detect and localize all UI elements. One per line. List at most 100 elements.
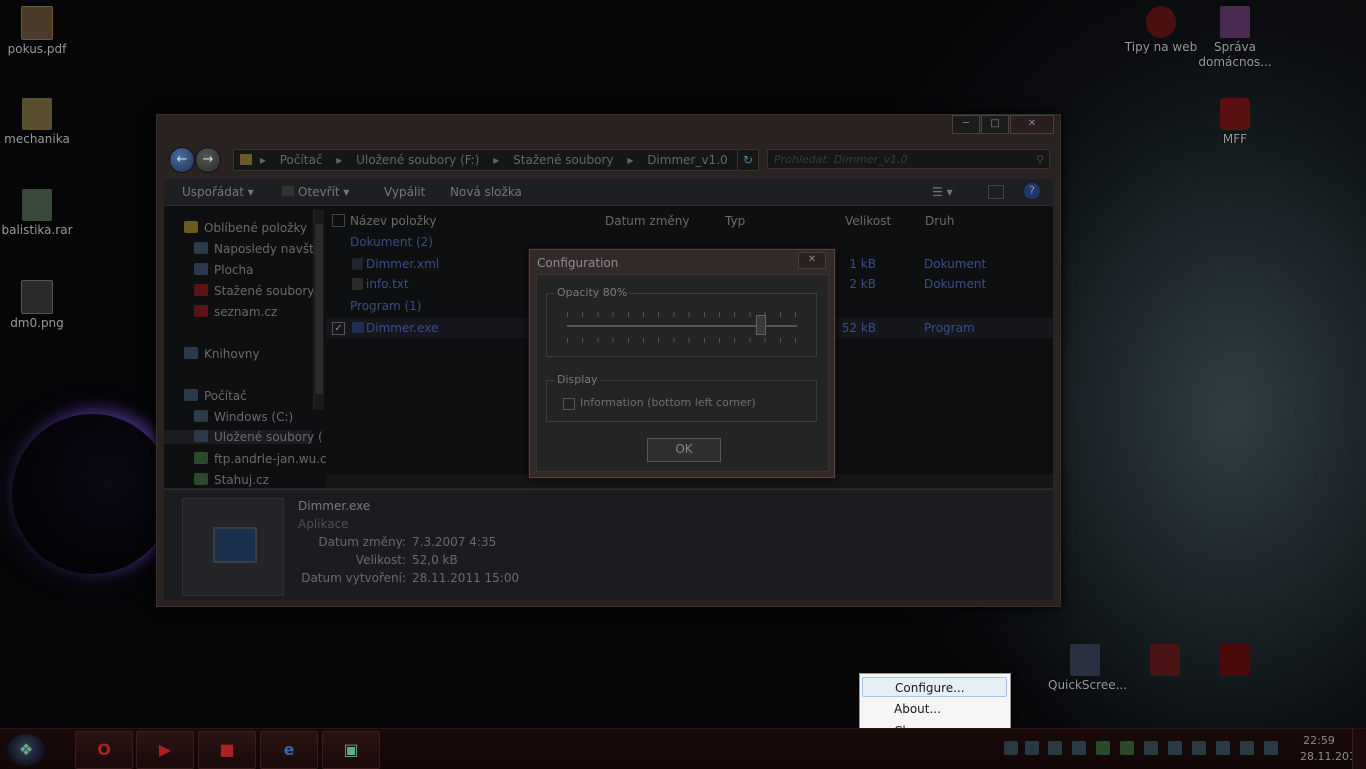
tray-icon-4[interactable] (1072, 741, 1086, 755)
taskbar-internet-explorer[interactable]: e (260, 731, 318, 769)
desktop-icon-pokus-pdf[interactable]: pokus.pdf (0, 6, 74, 57)
nav-seznam[interactable]: seznam.cz (194, 305, 277, 319)
tray-icon-7[interactable] (1144, 741, 1158, 755)
tray-icon-3[interactable] (1048, 741, 1062, 755)
flag-icon[interactable] (1168, 741, 1182, 755)
breadcrumb-downloads[interactable]: Stažené soubory (513, 153, 613, 167)
burn-button[interactable]: Vypálit (384, 185, 425, 199)
show-desktop-button[interactable] (1352, 729, 1366, 769)
taskbar-opera[interactable]: O (75, 731, 133, 769)
dialog-close-button[interactable]: ✕ (798, 252, 826, 269)
nav-downloads[interactable]: Stažené soubory (194, 284, 314, 298)
desktop-icon-quickscreen[interactable]: QuickScree... (1048, 644, 1127, 693)
shield-icon[interactable] (1120, 741, 1134, 755)
row-checkbox[interactable]: ✓ (332, 322, 345, 335)
search-placeholder: Prohledat: Dimmer_v1.0 (774, 153, 908, 166)
desktop-icon-red[interactable] (1198, 644, 1272, 678)
nav-desktop[interactable]: Plocha (194, 263, 253, 277)
minimize-button[interactable]: ─ (952, 115, 980, 134)
nav-recent[interactable]: Naposledy navštív (194, 242, 324, 256)
dialog-body: Opacity 80% Display Information (bottom … (536, 274, 829, 472)
volume-icon[interactable] (1264, 741, 1278, 755)
back-button[interactable]: ← (169, 147, 195, 173)
desktop-icon-mff[interactable]: MFF (1198, 98, 1272, 147)
organize-button[interactable]: Uspořádat ▾ (182, 185, 254, 199)
open-icon (282, 186, 294, 196)
menu-item-about[interactable]: About... (862, 699, 1007, 719)
drive-icon (194, 430, 208, 442)
tray-icon-5[interactable] (1096, 741, 1110, 755)
close-button[interactable]: ✕ (1010, 115, 1054, 134)
breadcrumb-computer[interactable]: Počítač (280, 153, 323, 167)
search-input[interactable]: Prohledat: Dimmer_v1.0 ⚲ (767, 149, 1050, 169)
group-header-documents[interactable]: Dokument (2) (350, 235, 433, 249)
tray-icon-dimmer[interactable] (1025, 741, 1039, 755)
taskbar-dimmer[interactable]: ▣ (322, 731, 380, 769)
desktop-icon-mechanika[interactable]: mechanika (0, 98, 74, 147)
tray-icon-9[interactable] (1192, 741, 1206, 755)
play-icon: ▶ (158, 740, 172, 759)
desktop-icon-balistika[interactable]: balistika.rar (0, 189, 74, 238)
nav-favorites[interactable]: Oblíbené položky (184, 221, 307, 235)
refresh-button[interactable]: ↻ (737, 149, 759, 171)
column-select-all[interactable] (332, 210, 345, 232)
help-icon[interactable]: ? (1024, 183, 1040, 199)
tray-icon-1[interactable] (1004, 741, 1018, 755)
desktop-icon-tipy-na-web[interactable]: Tipy na web (1124, 6, 1198, 55)
nav-scrollbar[interactable] (313, 210, 324, 410)
desktop-icon-label: pokus.pdf (7, 42, 67, 56)
menu-item-configure[interactable]: Configure... (862, 677, 1007, 697)
file-name: Dimmer.exe (366, 321, 439, 335)
column-size[interactable]: Velikost (845, 210, 891, 232)
group-header-programs[interactable]: Program (1) (350, 299, 421, 313)
desktop-icon-save[interactable] (1128, 644, 1202, 678)
preview-pane-icon[interactable] (988, 185, 1004, 199)
details-filename: Dimmer.exe (298, 499, 371, 513)
taskbar-media-player[interactable]: ▶ (136, 731, 194, 769)
taskbar-app-red[interactable]: ■ (198, 731, 256, 769)
breadcrumb-dimmer[interactable]: Dimmer_v1.0 (647, 153, 727, 167)
file-name: Dimmer.xml (366, 257, 440, 271)
desktop-icon-dm0[interactable]: dm0.png (0, 280, 74, 331)
nav-stahuj[interactable]: Stahuj.cz (194, 473, 269, 487)
nav-computer[interactable]: Počítač (184, 389, 247, 403)
star-icon (184, 221, 198, 233)
forward-button[interactable]: → (195, 147, 221, 173)
opacity-slider-thumb[interactable] (756, 315, 766, 335)
column-type[interactable]: Typ (725, 210, 745, 232)
computer-icon (184, 389, 198, 401)
clock[interactable]: 22:59 28.11.2011 (1300, 733, 1363, 765)
start-button[interactable]: ❖ (7, 734, 45, 766)
open-button[interactable]: Otevřít ▾ (282, 185, 349, 199)
command-bar: Uspořádat ▾ Otevřít ▾ Vypálit Nová složk… (164, 179, 1053, 206)
new-folder-button[interactable]: Nová složka (450, 185, 522, 199)
column-kind[interactable]: Druh (925, 210, 954, 232)
details-modified-label: Datum změny: (318, 535, 406, 549)
column-date[interactable]: Datum změny (605, 210, 690, 232)
display-label: Display (555, 373, 600, 386)
ok-button[interactable]: OK (647, 438, 721, 462)
image-file-icon (21, 280, 53, 314)
details-filetype: Aplikace (298, 517, 349, 531)
maximize-button[interactable]: □ (981, 115, 1009, 134)
address-bar[interactable]: ▸ Počítač ▸ Uložené soubory (F:) ▸ Staže… (233, 149, 757, 171)
info-checkbox-label[interactable]: Information (bottom left corner) (580, 396, 756, 409)
opacity-label: Opacity 80% (555, 286, 630, 299)
shortcut-icon (1220, 98, 1250, 130)
folder-icon (22, 98, 52, 130)
network-icon[interactable] (1240, 741, 1254, 755)
info-checkbox[interactable] (563, 398, 575, 410)
nav-ftp[interactable]: ftp.andrle-jan.wu.c (194, 452, 327, 466)
column-name[interactable]: Název položky (350, 210, 436, 232)
shortcut-icon (1220, 644, 1250, 676)
nav-drive-c[interactable]: Windows (C:) (194, 410, 293, 424)
scrollbar-thumb[interactable] (315, 224, 323, 394)
view-options-icon[interactable]: ☰ ▾ (932, 185, 953, 199)
desktop-icon-sprava-domacnosti[interactable]: Správa domácnos... (1198, 6, 1272, 70)
desktop-icon-label: dm0.png (10, 316, 64, 330)
nav-libraries[interactable]: Knihovny (184, 347, 260, 361)
tray-icon-10[interactable] (1216, 741, 1230, 755)
details-pane: Dimmer.exe Aplikace Datum změny: 7.3.200… (164, 489, 1053, 600)
breadcrumb-drive[interactable]: Uložené soubory (F:) (356, 153, 479, 167)
nav-drive-f[interactable]: Uložené soubory ( (164, 430, 323, 444)
